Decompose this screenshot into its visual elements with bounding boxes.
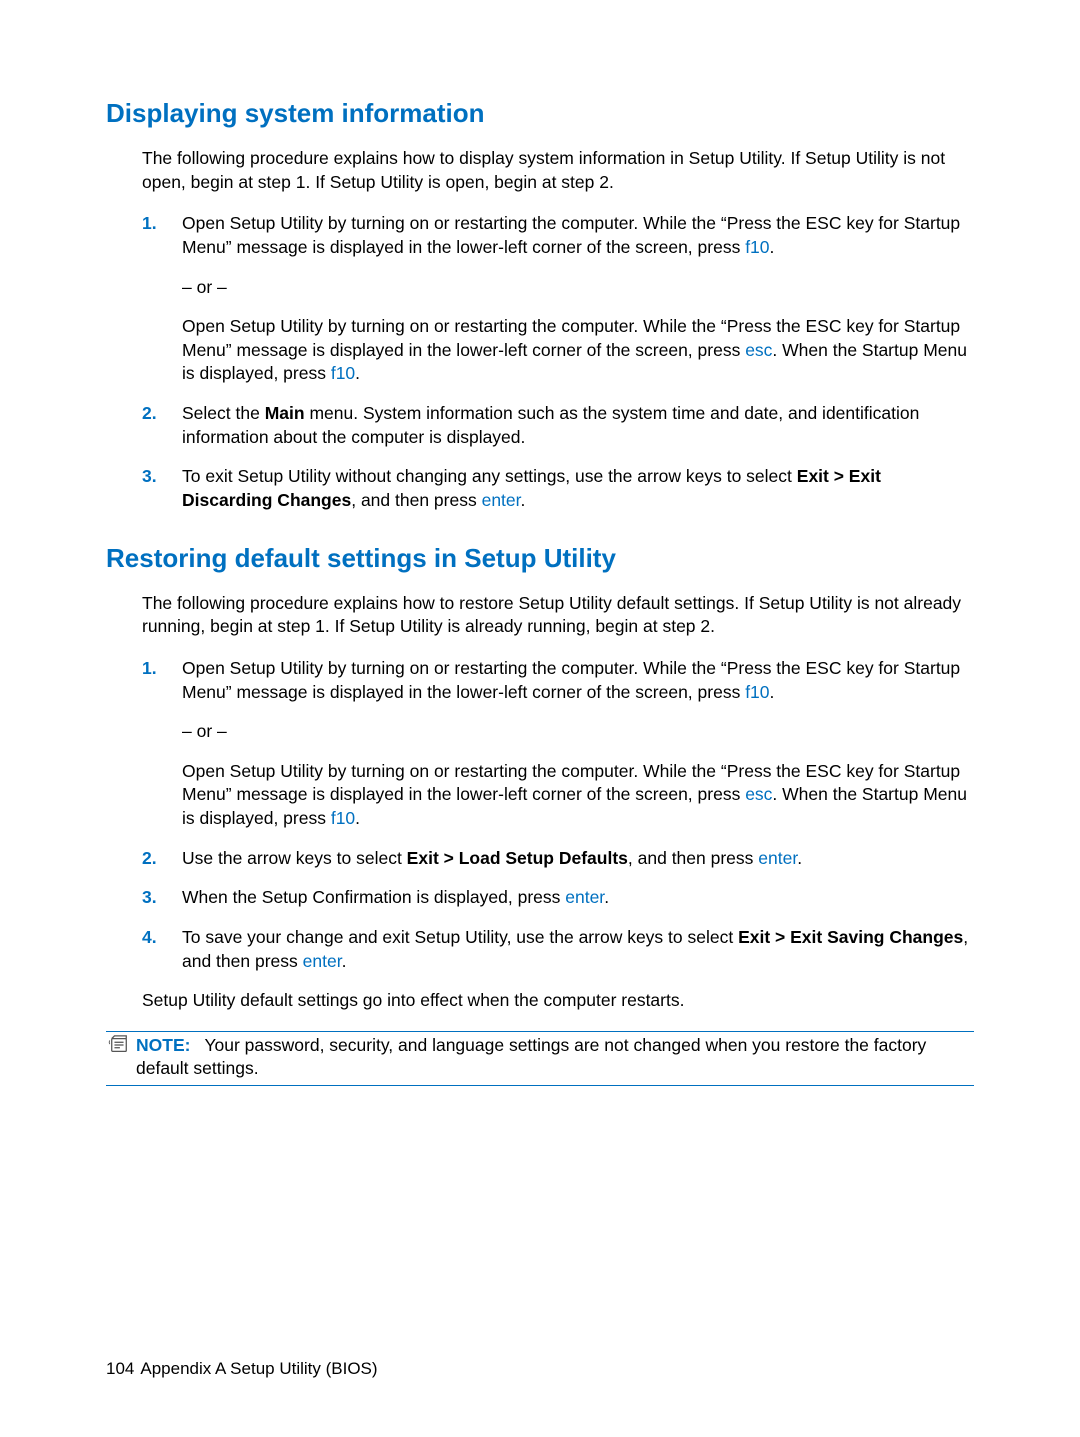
key-f10: f10: [745, 237, 769, 257]
bold-text: Exit > Exit Saving Changes: [738, 927, 963, 947]
list-item: 3. When the Setup Confirmation is displa…: [142, 886, 974, 910]
list-item: 4. To save your change and exit Setup Ut…: [142, 926, 974, 973]
list-body: To save your change and exit Setup Utili…: [182, 926, 974, 973]
text: Use the arrow keys to select: [182, 848, 407, 868]
list-body: Open Setup Utility by turning on or rest…: [182, 657, 974, 831]
heading-displaying-system-info: Displaying system information: [106, 96, 974, 131]
list-number: 3.: [142, 886, 182, 910]
key-f10: f10: [331, 363, 355, 383]
key-f10: f10: [331, 808, 355, 828]
note-block: NOTE:Your password, security, and langua…: [106, 1031, 974, 1086]
list-body: To exit Setup Utility without changing a…: [182, 465, 974, 512]
step-text: Open Setup Utility by turning on or rest…: [182, 760, 974, 831]
list-body: When the Setup Confirmation is displayed…: [182, 886, 974, 910]
note-icon: [106, 1034, 136, 1062]
step-text: To save your change and exit Setup Utili…: [182, 926, 974, 973]
list-body: Open Setup Utility by turning on or rest…: [182, 212, 974, 386]
text: To exit Setup Utility without changing a…: [182, 466, 797, 486]
list-number: 2.: [142, 402, 182, 449]
step-text: Select the Main menu. System information…: [182, 402, 974, 449]
step-text: Open Setup Utility by turning on or rest…: [182, 315, 974, 386]
text: , and then press: [351, 490, 481, 510]
list-item: 2. Use the arrow keys to select Exit > L…: [142, 847, 974, 871]
bold-text: Main: [265, 403, 305, 423]
list-number: 2.: [142, 847, 182, 871]
text: Open Setup Utility by turning on or rest…: [182, 213, 960, 257]
list-item: 1. Open Setup Utility by turning on or r…: [142, 657, 974, 831]
key-esc: esc: [745, 784, 772, 804]
list-item: 2. Select the Main menu. System informat…: [142, 402, 974, 449]
bold-text: Exit > Load Setup Defaults: [407, 848, 628, 868]
text: .: [355, 363, 360, 383]
text: .: [797, 848, 802, 868]
page-footer: 104 Appendix A Setup Utility (BIOS): [106, 1358, 378, 1381]
page-number: 104: [106, 1359, 134, 1378]
heading-restoring-defaults: Restoring default settings in Setup Util…: [106, 541, 974, 576]
list-item: 1. Open Setup Utility by turning on or r…: [142, 212, 974, 386]
key-enter: enter: [565, 887, 604, 907]
list-body: Use the arrow keys to select Exit > Load…: [182, 847, 974, 871]
text: , and then press: [628, 848, 758, 868]
section1-intro: The following procedure explains how to …: [142, 147, 974, 194]
section1-list: 1. Open Setup Utility by turning on or r…: [142, 212, 974, 512]
section2-aftertext: Setup Utility default settings go into e…: [142, 989, 974, 1013]
list-number: 4.: [142, 926, 182, 973]
list-body: Select the Main menu. System information…: [182, 402, 974, 449]
note-label: NOTE:: [136, 1035, 204, 1055]
note-body: Your password, security, and language se…: [136, 1035, 926, 1079]
key-enter: enter: [758, 848, 797, 868]
text: .: [770, 237, 775, 257]
text: Open Setup Utility by turning on or rest…: [182, 658, 960, 702]
section2-intro: The following procedure explains how to …: [142, 592, 974, 639]
text: To save your change and exit Setup Utili…: [182, 927, 738, 947]
key-enter: enter: [303, 951, 342, 971]
list-number: 3.: [142, 465, 182, 512]
text: .: [521, 490, 526, 510]
list-number: 1.: [142, 212, 182, 386]
step-text: Open Setup Utility by turning on or rest…: [182, 212, 974, 259]
text: .: [355, 808, 360, 828]
text: .: [770, 682, 775, 702]
note-text: NOTE:Your password, security, and langua…: [136, 1034, 974, 1081]
key-enter: enter: [482, 490, 521, 510]
or-separator: – or –: [182, 276, 974, 300]
text: .: [604, 887, 609, 907]
step-text: Open Setup Utility by turning on or rest…: [182, 657, 974, 704]
section2-list: 1. Open Setup Utility by turning on or r…: [142, 657, 974, 973]
text: When the Setup Confirmation is displayed…: [182, 887, 565, 907]
text: .: [342, 951, 347, 971]
key-esc: esc: [745, 340, 772, 360]
or-separator: – or –: [182, 720, 974, 744]
text: Select the: [182, 403, 265, 423]
list-item: 3. To exit Setup Utility without changin…: [142, 465, 974, 512]
footer-text: Appendix A Setup Utility (BIOS): [140, 1359, 377, 1378]
step-text: To exit Setup Utility without changing a…: [182, 465, 974, 512]
key-f10: f10: [745, 682, 769, 702]
list-number: 1.: [142, 657, 182, 831]
step-text: When the Setup Confirmation is displayed…: [182, 886, 974, 910]
step-text: Use the arrow keys to select Exit > Load…: [182, 847, 974, 871]
